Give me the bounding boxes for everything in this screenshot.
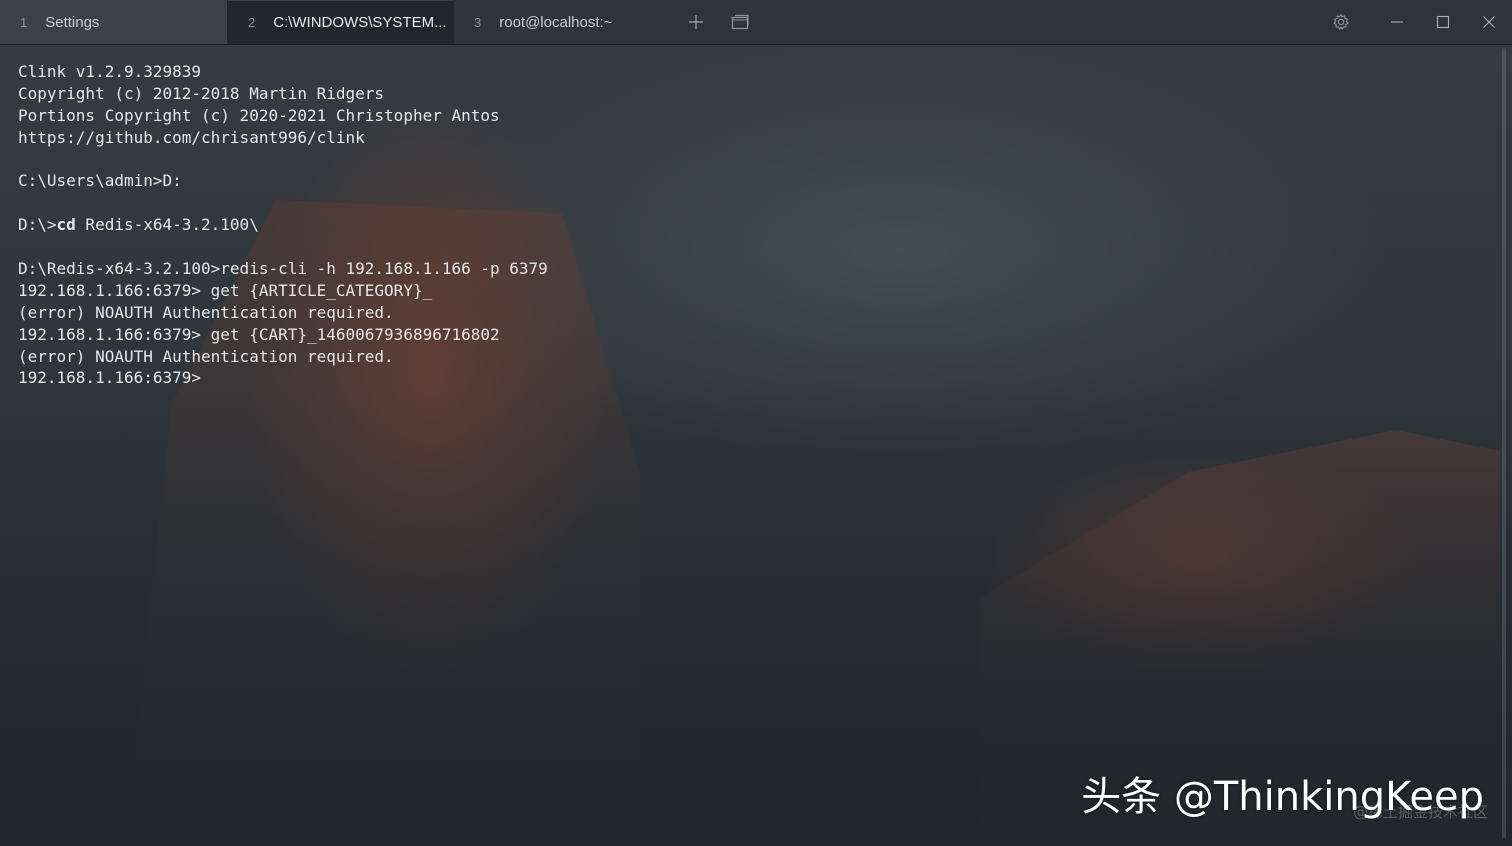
maximize-button[interactable] [1420,0,1466,44]
tab-settings[interactable]: 1 Settings [0,0,228,44]
tab-number: 1 [20,14,28,30]
terminal-line-text: 192.168.1.166:6379> get {CART}_146006793… [18,324,500,344]
terminal-window: 1 Settings 2 C:\WINDOWS\SYSTEM... 3 root… [0,0,1512,846]
terminal-line-text: (error) NOAUTH Authentication required. [18,346,394,366]
tab-switcher-button[interactable] [718,0,762,44]
tab-root-localhost[interactable]: 3 root@localhost:~ [454,0,674,44]
terminal-output[interactable]: Clink v1.2.9.329839 Copyright (c) 2012-20… [18,61,1482,389]
terminal-line: 192.168.1.166:6379> get {CART}_146006793… [18,324,1482,346]
tab-bar: 1 Settings 2 C:\WINDOWS\SYSTEM... 3 root… [0,0,1512,45]
tab-label: Settings [45,13,100,31]
terminal-line-text: Copyright (c) 2012-2018 Martin Ridgers [18,83,385,103]
terminal-command-keyword: cd [56,215,76,235]
terminal-line-text: Portions Copyright (c) 2020-2021 Christo… [18,105,500,125]
terminal-line-text: C:\Users\admin>D: [18,171,182,191]
terminal-line: Clink v1.2.9.329839 [18,61,1482,83]
vertical-scrollbar[interactable] [1496,44,1512,846]
tab-bar-spacer [762,0,1318,44]
terminal-line: (error) NOAUTH Authentication required. [18,302,1482,324]
terminal-line: D:\Redis-x64-3.2.100>redis-cli -h 192.16… [18,258,1482,280]
terminal-line: Copyright (c) 2012-2018 Martin Ridgers [18,83,1482,105]
terminal-command-args: Redis-x64-3.2.100\ [75,215,259,235]
terminal-line: D:\>cd Redis-x64-3.2.100\ [18,214,1482,236]
tab-windows-system[interactable]: 2 C:\WINDOWS\SYSTEM... [228,0,454,44]
terminal-line: 192.168.1.166:6379> [18,367,1482,389]
watermark-logo-text: 头条 @ThinkingKeep [1081,774,1484,820]
gear-icon [1333,13,1349,30]
minimize-icon [1391,21,1403,23]
terminal-line-text: Clink v1.2.9.329839 [18,62,202,81]
terminal-line-text: (error) NOAUTH Authentication required. [18,302,394,322]
terminal-line-text: 192.168.1.166:6379> get {ARTICLE_CATEGOR… [18,280,433,300]
terminal-line: https://github.com/chrisant996/clink [18,127,1482,149]
close-button[interactable] [1466,0,1512,44]
window-stack-icon [731,14,749,30]
terminal-line-text: D:\Redis-x64-3.2.100>redis-cli -h 192.16… [18,259,548,279]
terminal-line: C:\Users\admin>D: [18,170,1482,192]
scrollbar-thumb[interactable] [1502,48,1506,838]
new-tab-button[interactable] [674,0,718,44]
minimize-button[interactable] [1374,0,1420,44]
terminal-line: Portions Copyright (c) 2020-2021 Christo… [18,105,1482,127]
terminal-line: (error) NOAUTH Authentication required. [18,346,1482,368]
tab-number: 2 [248,15,256,30]
terminal-line-text: 192.168.1.166:6379> [18,368,202,388]
terminal-line-text: D:\> [18,215,57,235]
terminal-line-text: https://github.com/chrisant996/clink [18,127,365,147]
maximize-icon [1436,15,1450,29]
tab-label: root@localhost:~ [499,13,613,31]
plus-icon [689,15,703,29]
tab-label: C:\WINDOWS\SYSTEM... [273,14,447,31]
close-icon [1483,16,1495,28]
terminal-line: 192.168.1.166:6379> get {ARTICLE_CATEGOR… [18,280,1482,302]
settings-button[interactable] [1318,0,1364,44]
tab-number: 3 [474,14,482,30]
